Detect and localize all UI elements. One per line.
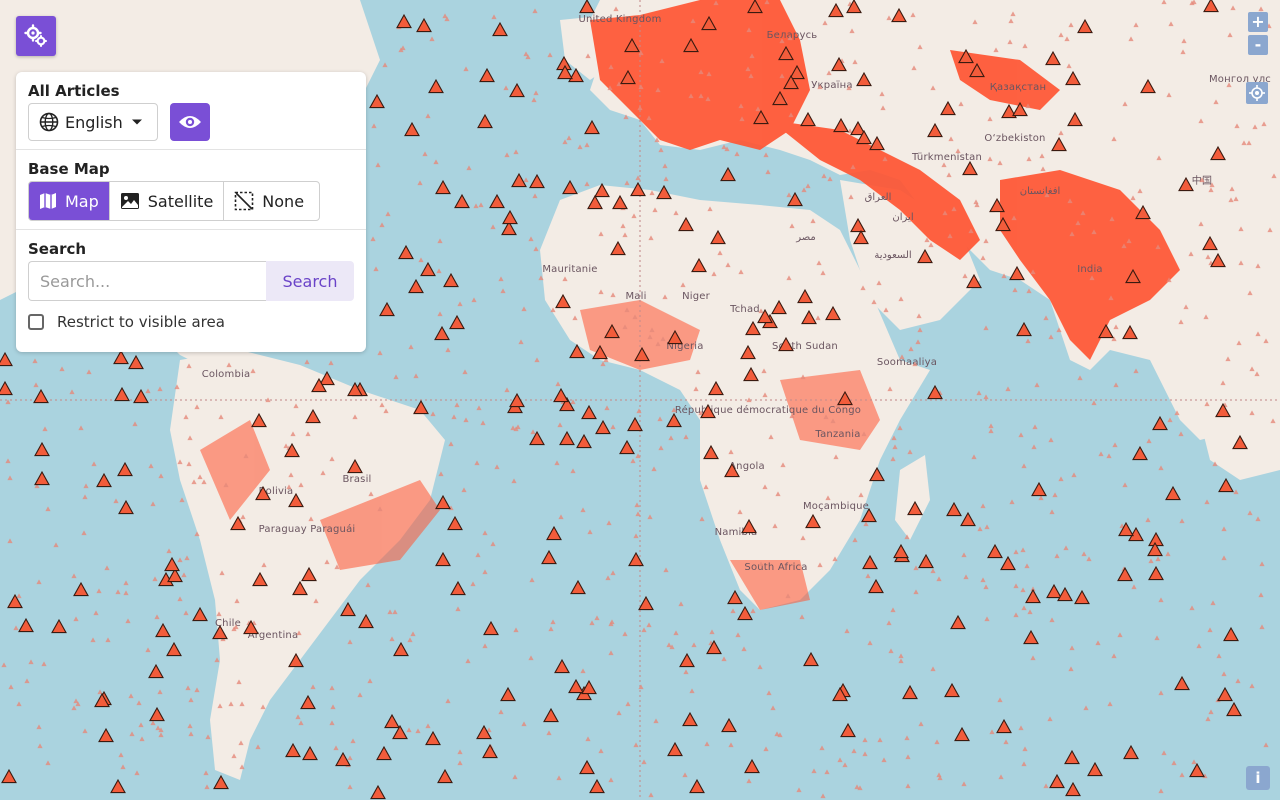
country-label: Brasil bbox=[342, 474, 371, 485]
search-section: Search Search Restrict to visible area bbox=[16, 230, 366, 339]
search-title: Search bbox=[28, 240, 87, 258]
map-icon bbox=[40, 193, 56, 209]
no-image-icon bbox=[234, 191, 254, 211]
country-label: Tanzania bbox=[814, 429, 860, 440]
country-label: Paraguay Paraguái bbox=[259, 523, 356, 535]
basemap-satellite-label: Satellite bbox=[147, 191, 214, 211]
country-label: مصر bbox=[795, 232, 816, 243]
country-label: Soomaaliya bbox=[877, 357, 937, 368]
zoom-out-button[interactable]: - bbox=[1248, 35, 1268, 55]
basemap-section: Base Map Map Satellite None bbox=[16, 150, 366, 230]
toggle-visibility-button[interactable] bbox=[170, 103, 210, 141]
restrict-visible-area-label: Restrict to visible area bbox=[57, 313, 225, 331]
country-label: United Kingdom bbox=[578, 14, 661, 25]
country-label: العراق bbox=[865, 192, 892, 203]
zoom-in-button[interactable]: + bbox=[1248, 12, 1268, 32]
restrict-visible-area-checkbox[interactable] bbox=[28, 314, 44, 330]
basemap-none-button[interactable]: None bbox=[224, 182, 314, 220]
country-label: Mali bbox=[625, 291, 646, 302]
country-label: Mauritanie bbox=[542, 264, 597, 275]
basemap-title: Base Map bbox=[28, 160, 110, 178]
country-label: ایران bbox=[892, 212, 913, 223]
basemap-map-label: Map bbox=[65, 191, 99, 211]
country-label: India bbox=[1077, 264, 1103, 275]
basemap-none-label: None bbox=[262, 191, 305, 211]
basemap-toggle-group: Map Satellite None bbox=[28, 181, 320, 221]
articles-title: All Articles bbox=[28, 82, 120, 100]
basemap-map-button[interactable]: Map bbox=[29, 182, 110, 220]
search-input[interactable] bbox=[28, 261, 266, 301]
language-value: English bbox=[65, 112, 123, 132]
eye-icon bbox=[179, 116, 201, 128]
country-label: O‘zbekiston bbox=[984, 133, 1045, 144]
country-label: Colombia bbox=[202, 369, 251, 380]
country-label: Niger bbox=[682, 291, 711, 302]
country-label: Türkmenistan bbox=[911, 152, 982, 163]
country-label: Moçambique bbox=[803, 501, 869, 512]
basemap-satellite-button[interactable]: Satellite bbox=[110, 182, 225, 220]
country-label: Україна bbox=[811, 80, 852, 91]
globe-icon bbox=[39, 112, 59, 132]
country-label: Tchad bbox=[729, 304, 760, 315]
info-button[interactable]: i bbox=[1246, 766, 1270, 790]
settings-button[interactable] bbox=[16, 16, 56, 56]
satellite-image-icon bbox=[120, 193, 139, 209]
crosshair-icon bbox=[1249, 85, 1265, 101]
settings-panel: All Articles English Base Map Map Satell… bbox=[16, 72, 366, 352]
language-select[interactable]: English bbox=[28, 103, 158, 141]
country-label: السعودية bbox=[874, 250, 911, 261]
search-button[interactable]: Search bbox=[266, 261, 354, 301]
locate-button[interactable] bbox=[1246, 82, 1268, 104]
caret-down-icon bbox=[131, 119, 142, 125]
articles-section: All Articles English bbox=[16, 72, 366, 150]
country-label: افغانستان bbox=[1020, 186, 1061, 197]
gears-icon bbox=[24, 24, 47, 47]
country-label: Қазақстан bbox=[990, 82, 1047, 93]
country-label: South Africa bbox=[744, 562, 807, 573]
